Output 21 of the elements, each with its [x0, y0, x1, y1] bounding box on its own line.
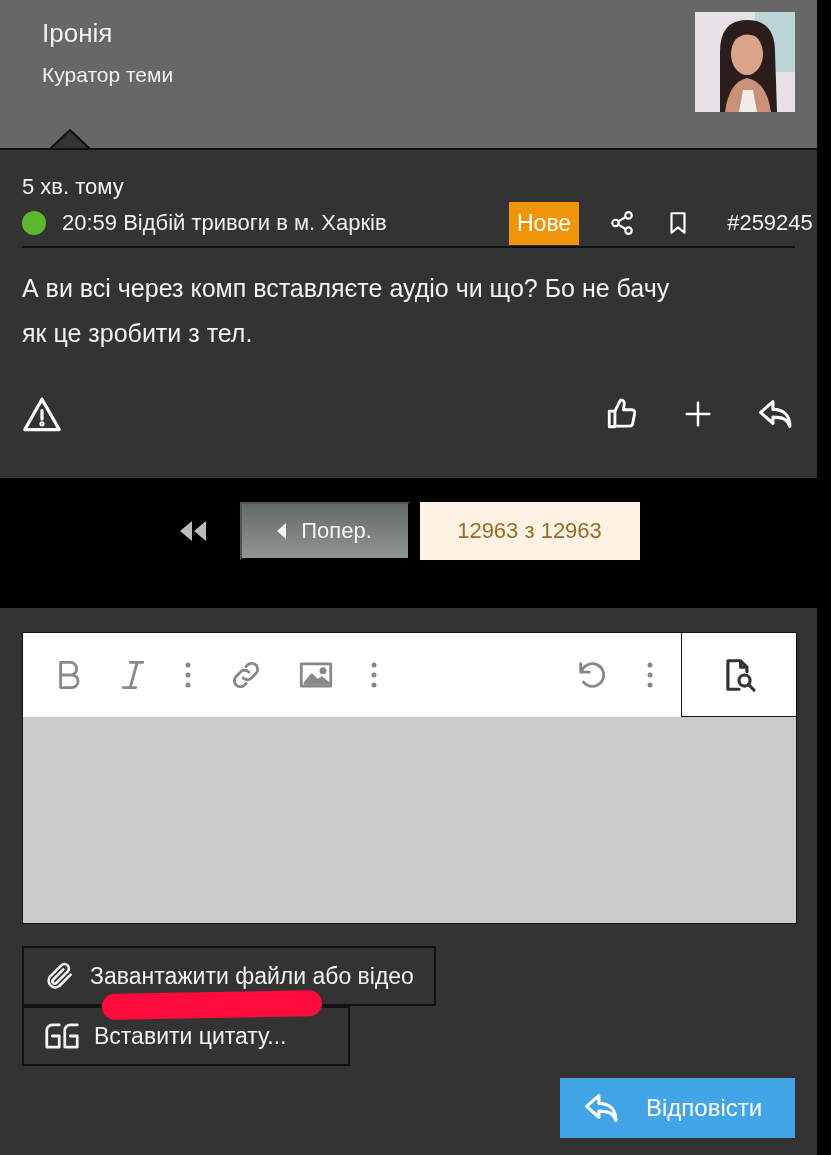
share-icon: [609, 210, 636, 236]
plus-icon: [683, 399, 713, 429]
new-badge: Нове: [509, 201, 580, 245]
page-indicator[interactable]: 12963 з 12963: [419, 502, 640, 560]
author-name[interactable]: Іронія: [42, 18, 174, 49]
post-number[interactable]: #259245: [727, 210, 813, 236]
previous-page-button[interactable]: Попер.: [239, 502, 410, 560]
message-input[interactable]: [23, 717, 796, 923]
more-icon: [369, 660, 379, 690]
more-icon: [183, 660, 193, 690]
warning-icon: [22, 396, 62, 432]
post-time[interactable]: 5 хв. тому: [22, 174, 795, 200]
more-icon: [645, 660, 655, 690]
image-icon: [299, 661, 333, 689]
caret-icon: [277, 523, 288, 539]
post-message: А ви всі через комп вставляєте аудіо чи що? Бо не бачу як це зробити з тел.: [22, 273, 671, 349]
italic-icon: [119, 658, 147, 692]
quote-icon: [44, 1022, 80, 1050]
thread-title[interactable]: 20:59 Відбій тривоги в м. Харків: [62, 210, 509, 236]
author-title: Куратор теми: [42, 63, 174, 87]
thumbs-up-icon: [605, 397, 639, 431]
